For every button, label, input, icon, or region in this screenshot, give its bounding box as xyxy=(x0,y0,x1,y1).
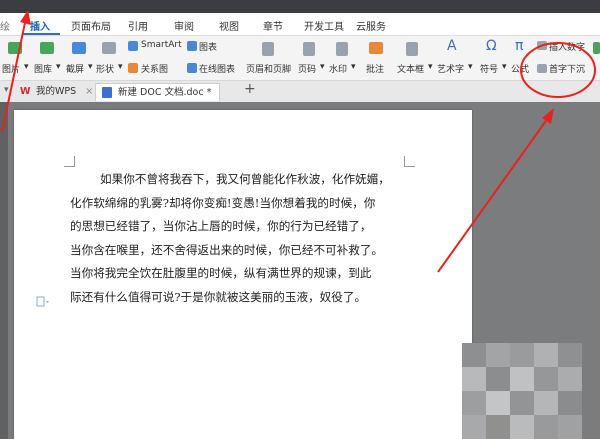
annotation-overlay xyxy=(1,10,596,273)
annotation-arrow-right xyxy=(437,117,549,273)
annotation-arrow-left xyxy=(1,17,27,133)
annotation-arrowhead-right xyxy=(542,108,554,124)
annotation-arrowhead-left xyxy=(20,10,31,25)
annotation-circle xyxy=(520,42,596,98)
